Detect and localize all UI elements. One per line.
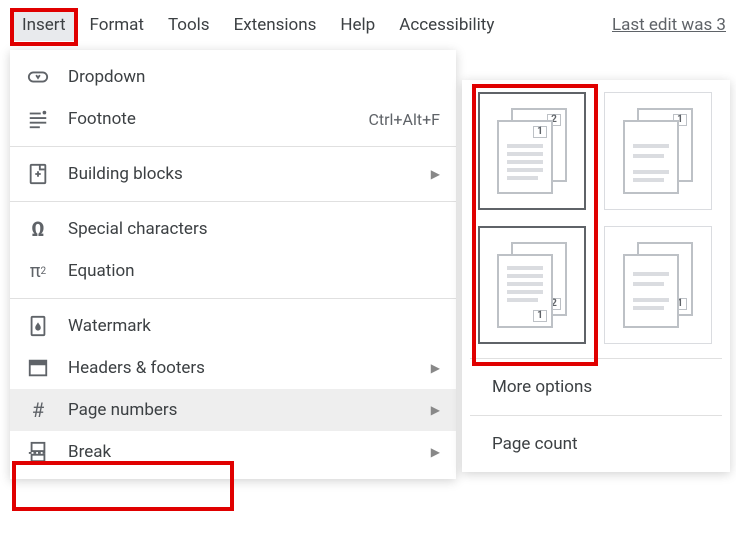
chevron-right-icon: ▶ — [431, 167, 440, 181]
menu-item-label: Break — [68, 442, 431, 462]
menu-item-headers-footers[interactable]: Headers & footers ▶ — [10, 347, 456, 389]
menu-item-dropdown[interactable]: Dropdown — [10, 56, 456, 98]
chevron-right-icon: ▶ — [431, 445, 440, 459]
menu-item-footnote[interactable]: Footnote Ctrl+Alt+F — [10, 98, 456, 140]
thumb-header-number[interactable]: 2 1 — [478, 92, 586, 210]
page-numbers-submenu: 2 1 1 — [462, 80, 730, 472]
hash-icon: # — [26, 398, 50, 422]
divider — [10, 298, 456, 299]
dropdown-icon — [26, 65, 50, 89]
menu-item-break[interactable]: Break ▶ — [10, 431, 456, 473]
chevron-right-icon: ▶ — [431, 361, 440, 375]
menu-item-label: Footnote — [68, 109, 368, 129]
thumb-header-number-skip-first[interactable]: 1 — [604, 92, 712, 210]
omega-icon: Ω — [26, 217, 50, 241]
divider — [470, 415, 722, 416]
menu-item-shortcut: Ctrl+Alt+F — [368, 110, 440, 129]
menu-item-building-blocks[interactable]: Building blocks ▶ — [10, 153, 456, 195]
headers-footers-icon — [26, 356, 50, 380]
menubar: Insert Format Tools Extensions Help Acce… — [0, 0, 736, 48]
chevron-right-icon: ▶ — [431, 403, 440, 417]
menu-item-label: Headers & footers — [68, 358, 431, 378]
pi-squared-icon: π2 — [26, 259, 50, 283]
break-icon — [26, 440, 50, 464]
thumb-footer-number-skip-first[interactable]: 1 — [604, 226, 712, 344]
menu-item-label: Watermark — [68, 316, 440, 336]
menu-item-label: Building blocks — [68, 164, 431, 184]
submenu-more-options[interactable]: More options — [470, 365, 722, 409]
last-edit-link[interactable]: Last edit was 3 — [612, 15, 726, 35]
divider — [10, 146, 456, 147]
building-blocks-icon — [26, 162, 50, 186]
menu-item-label: Dropdown — [68, 67, 440, 87]
menu-help[interactable]: Help — [328, 9, 387, 41]
menu-accessibility[interactable]: Accessibility — [387, 9, 506, 41]
menu-format[interactable]: Format — [78, 9, 156, 41]
divider — [10, 201, 456, 202]
menu-item-page-numbers[interactable]: # Page numbers ▶ — [10, 389, 456, 431]
insert-dropdown: Dropdown Footnote Ctrl+Alt+F Building bl… — [10, 50, 456, 479]
thumbnail-grid: 2 1 1 — [470, 92, 722, 352]
menu-insert[interactable]: Insert — [10, 9, 78, 41]
footnote-icon — [26, 107, 50, 131]
menu-item-special-characters[interactable]: Ω Special characters — [10, 208, 456, 250]
menu-tools[interactable]: Tools — [156, 9, 222, 41]
menu-item-watermark[interactable]: Watermark — [10, 305, 456, 347]
menu-item-label: Special characters — [68, 219, 440, 239]
watermark-icon — [26, 314, 50, 338]
divider — [470, 358, 722, 359]
submenu-page-count[interactable]: Page count — [470, 422, 722, 466]
thumb-footer-number[interactable]: 2 1 — [478, 226, 586, 344]
menu-extensions[interactable]: Extensions — [222, 9, 329, 41]
menu-item-label: Equation — [68, 261, 440, 281]
menu-item-label: Page numbers — [68, 400, 431, 420]
menu-item-equation[interactable]: π2 Equation — [10, 250, 456, 292]
